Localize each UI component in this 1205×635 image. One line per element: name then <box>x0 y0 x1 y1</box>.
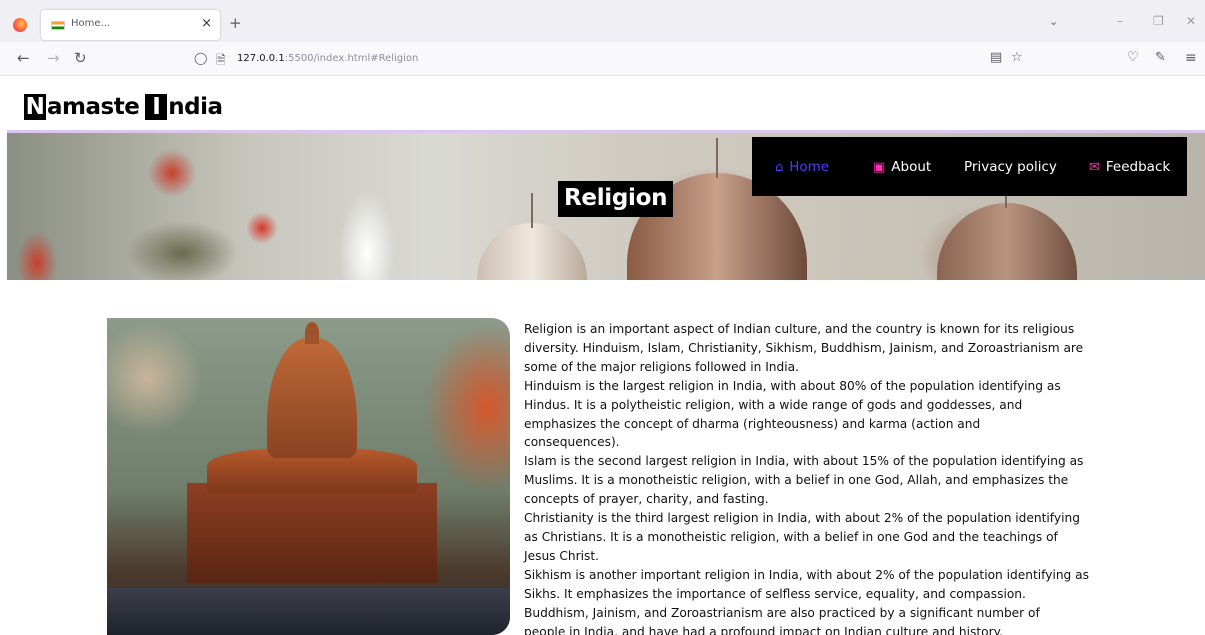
browser-tab[interactable]: Home... × <box>41 10 220 40</box>
url-bar[interactable]: ◯ 🗎 127.0.0.1:5500/index.html#Religion ▤… <box>186 47 1032 72</box>
tab-close-icon[interactable]: × <box>201 16 212 31</box>
temple-spire-shape <box>716 138 718 178</box>
article-line: as Christians. It is a monotheistic reli… <box>524 529 1058 544</box>
main-navigation-menu: ⌂ Home ▣ About Privacy policy ✉ Feedback <box>752 137 1187 196</box>
article-line: Hinduism is the largest religion in Indi… <box>524 378 1061 393</box>
id-card-icon: ▣ <box>873 160 886 175</box>
article-line: Jesus Christ. <box>524 548 600 563</box>
extensions-icon[interactable]: ✎ <box>1155 50 1166 66</box>
close-window-icon[interactable]: ✕ <box>1186 14 1196 28</box>
home-icon: ⌂ <box>775 160 784 175</box>
nav-privacy-policy-link[interactable]: Privacy policy <box>964 159 1057 175</box>
site-header: Namaste India <box>0 76 1205 132</box>
new-tab-button[interactable]: + <box>229 14 242 32</box>
article-line: Sikhs. It emphasizes the importance of s… <box>524 586 1026 601</box>
article-line: people in India, and have had a profound… <box>524 624 1003 635</box>
article-line: emphasizes the concept of dharma (righte… <box>524 416 981 431</box>
india-flag-favicon-icon <box>51 21 65 30</box>
temple-finial-shape <box>305 322 319 344</box>
temple-tower-shape <box>267 338 357 458</box>
browser-tab-strip: Home... × + ⌄ – ❐ ✕ <box>0 0 1205 42</box>
nav-feedback-link[interactable]: ✉ Feedback <box>1089 159 1170 175</box>
nav-privacy-policy-label: Privacy policy <box>964 159 1057 175</box>
article-line: Muslims. It is a monotheistic religion, … <box>524 473 1069 488</box>
reload-icon[interactable]: ↻ <box>74 50 87 66</box>
envelope-icon: ✉ <box>1089 160 1100 175</box>
minimize-icon[interactable]: – <box>1117 14 1123 28</box>
nav-about-link[interactable]: ▣ About <box>873 159 931 175</box>
firefox-logo-icon <box>13 18 27 32</box>
url-text[interactable]: 127.0.0.1:5500/index.html#Religion <box>237 53 418 64</box>
restore-icon[interactable]: ❐ <box>1153 14 1164 28</box>
reader-view-icon[interactable]: ▤ <box>990 50 1002 65</box>
religion-article-text: Religion is an important aspect of India… <box>524 320 1094 635</box>
logo-letter-i: I <box>145 94 168 120</box>
forward-arrow-icon[interactable]: → <box>47 50 60 66</box>
nav-home-link[interactable]: ⌂ Home <box>775 159 829 175</box>
nav-about-label: About <box>891 159 932 175</box>
menu-hamburger-icon[interactable]: ≡ <box>1185 50 1197 66</box>
temple-dome-shape <box>937 203 1077 280</box>
pocket-icon[interactable]: ♡ <box>1127 50 1139 66</box>
logo-word-ndia: ndia <box>168 94 223 120</box>
article-line: Religion is an important aspect of India… <box>524 322 1075 336</box>
logo-letter-n: N <box>24 94 46 120</box>
temple-dome-shape <box>477 223 587 280</box>
back-arrow-icon[interactable]: ← <box>17 50 30 66</box>
nav-feedback-label: Feedback <box>1105 159 1171 175</box>
nav-home-label: Home <box>789 159 830 175</box>
tab-title: Home... <box>71 18 111 29</box>
list-all-tabs-icon[interactable]: ⌄ <box>1049 15 1058 28</box>
article-line: Hindus. It is a polytheistic religion, w… <box>524 397 1023 412</box>
temple-spire-shape <box>531 193 533 228</box>
page-title: Religion <box>558 181 674 217</box>
reflection-pool-shape <box>107 588 510 635</box>
article-line: Christianity is the third largest religi… <box>524 511 1080 526</box>
temple-painting-image <box>107 318 510 635</box>
article-line: Buddhism, Jainism, and Zoroastrianism ar… <box>524 605 1040 620</box>
article-line: concepts of prayer, charity, and fasting… <box>524 492 769 507</box>
bookmark-star-icon[interactable]: ☆ <box>1011 50 1023 65</box>
page-icon[interactable]: 🗎 <box>216 51 226 72</box>
site-logo[interactable]: Namaste India <box>24 94 223 120</box>
browser-navigation-bar: ← → ↻ ◯ 🗎 127.0.0.1:5500/index.html#Reli… <box>0 42 1205 76</box>
article-line: consequences). <box>524 435 620 450</box>
article-line: some of the major religions followed in … <box>524 359 799 374</box>
temple-base-shape <box>187 483 437 583</box>
shield-icon[interactable]: ◯ <box>194 51 207 65</box>
article-line: Islam is the second largest religion in … <box>524 454 1084 469</box>
article-line: Sikhism is another important religion in… <box>524 567 1089 582</box>
logo-word-amaste: amaste <box>47 94 140 120</box>
article-line: diversity. Hinduism, Islam, Christianity… <box>524 340 1084 355</box>
